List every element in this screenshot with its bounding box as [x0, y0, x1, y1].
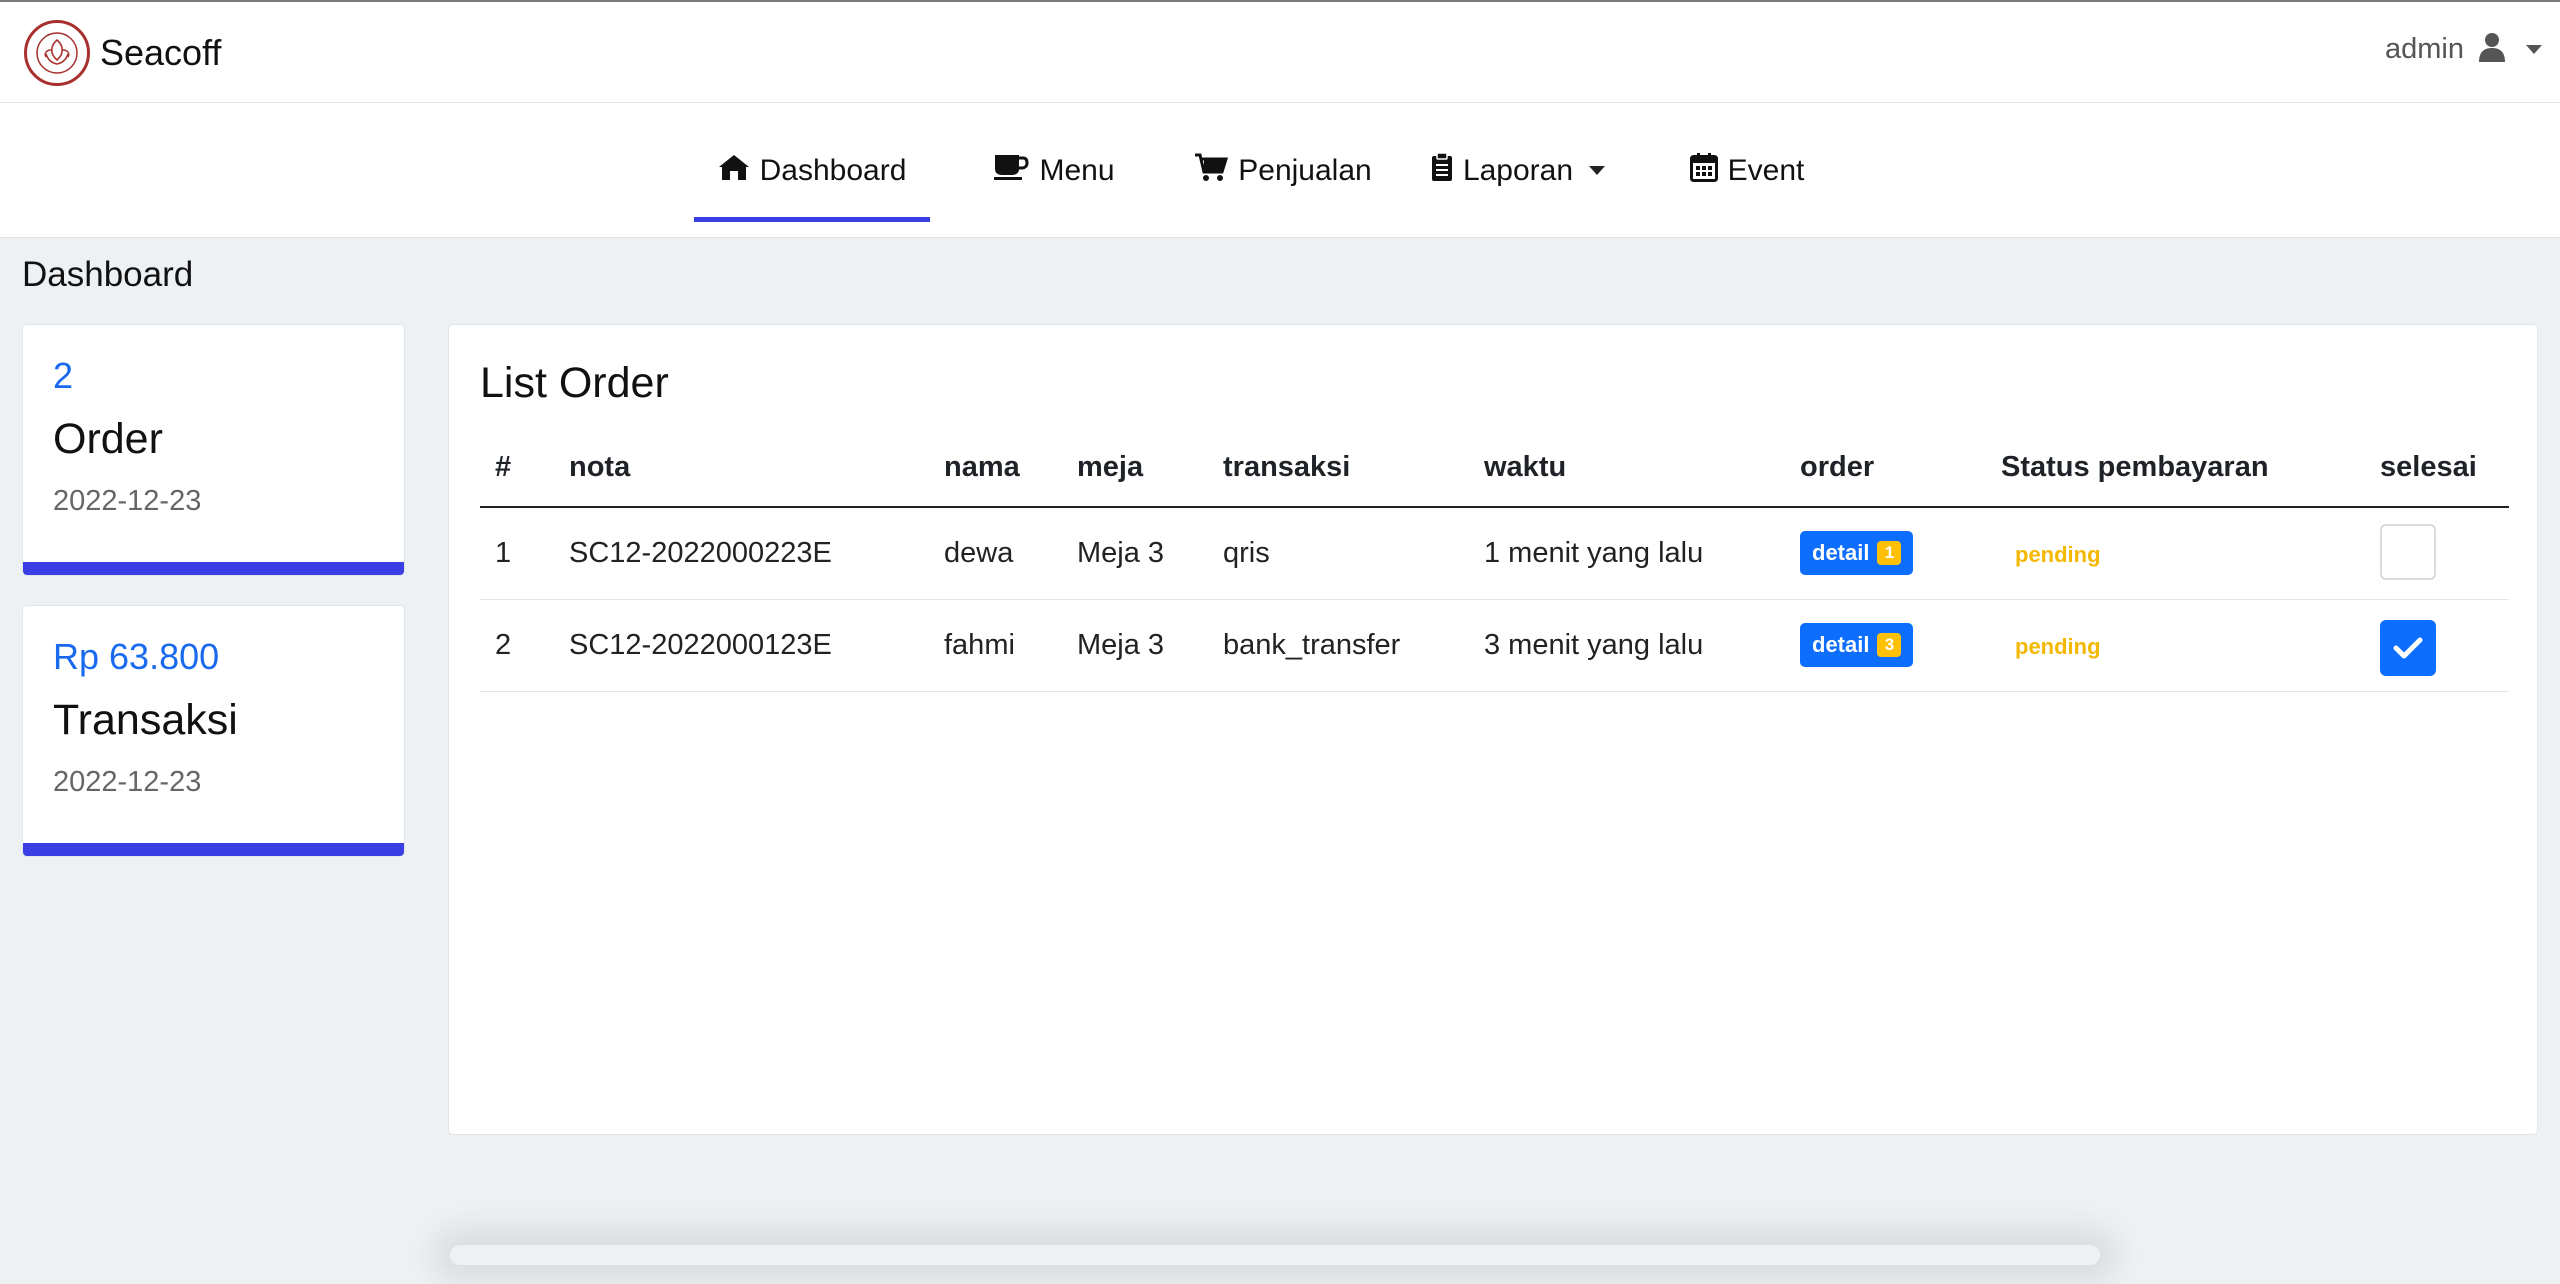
- status-badge: pending: [2015, 541, 2101, 567]
- calendar-icon: [1689, 152, 1718, 190]
- nav-laporan[interactable]: Laporan: [1424, 103, 1612, 238]
- order-table: # nota nama meja transaksi waktu order S…: [480, 429, 2509, 692]
- nav-label: Dashboard: [759, 153, 907, 187]
- cell-selesai: [2365, 599, 2509, 692]
- home-icon: [718, 153, 750, 189]
- detail-button[interactable]: detail 3: [1800, 623, 1914, 667]
- cell-nota: SC12-2022000223E: [554, 507, 929, 600]
- col-header: transaksi: [1208, 429, 1469, 508]
- detail-label: detail: [1812, 632, 1870, 657]
- stat-accent-bar: [23, 843, 404, 856]
- brand[interactable]: Seacoff: [24, 20, 221, 86]
- check-icon: [2393, 637, 2423, 659]
- clipboard-icon: [1431, 151, 1453, 190]
- status-badge: pending: [2015, 633, 2101, 659]
- cell-waktu: 3 menit yang lalu: [1469, 599, 1785, 692]
- table-header-row: # nota nama meja transaksi waktu order S…: [480, 429, 2509, 508]
- cell-order: detail 3: [1785, 599, 1986, 692]
- nav-label: Menu: [1039, 153, 1115, 187]
- selesai-checkbox[interactable]: [2380, 524, 2436, 581]
- cell-meja: Meja 3: [1062, 507, 1208, 600]
- top-bar: Seacoff admin: [0, 0, 2560, 103]
- nav-penjualan[interactable]: Penjualan: [1190, 103, 1376, 238]
- col-header: nota: [554, 429, 929, 508]
- col-header: order: [1785, 429, 1986, 508]
- cell-no: 1: [480, 507, 554, 600]
- stat-card-order: 2 Order 2022-12-23: [22, 324, 405, 576]
- nav-label: Laporan: [1462, 153, 1574, 187]
- stat-accent-bar: [23, 562, 404, 575]
- nav-label: Event: [1727, 153, 1805, 187]
- cell-nota: SC12-2022000123E: [554, 599, 929, 692]
- stat-date: 2022-12-23: [53, 766, 202, 798]
- order-list-panel: List Order # nota nama meja transaksi wa…: [448, 324, 2538, 1135]
- cell-meja: Meja 3: [1062, 599, 1208, 692]
- detail-count-badge: 1: [1877, 541, 1902, 566]
- nav-dashboard[interactable]: Dashboard: [694, 103, 930, 238]
- col-header: selesai: [2365, 429, 2509, 508]
- detail-label: detail: [1812, 540, 1870, 566]
- table-row: 1 SC12-2022000223E dewa Meja 3 qris 1 me…: [480, 507, 2509, 600]
- selesai-checkbox[interactable]: [2380, 620, 2436, 676]
- page-title: Dashboard: [22, 255, 194, 294]
- nav-event[interactable]: Event: [1688, 103, 1806, 238]
- cell-transaksi: qris: [1208, 507, 1469, 600]
- bottom-shadow: [450, 1245, 2100, 1265]
- user-name: admin: [2385, 33, 2464, 65]
- brand-logo: [24, 20, 90, 86]
- cell-nama: fahmi: [929, 599, 1062, 692]
- col-header: meja: [1062, 429, 1208, 508]
- cell-waktu: 1 menit yang lalu: [1469, 507, 1785, 600]
- nav-label: Penjualan: [1238, 153, 1372, 187]
- col-header: nama: [929, 429, 1062, 508]
- stat-label: Order: [53, 415, 163, 463]
- nav-menu[interactable]: Menu: [982, 103, 1126, 238]
- main-nav: Dashboard Menu Penjualan Laporan Event: [0, 103, 2560, 238]
- user-menu[interactable]: admin: [2385, 32, 2542, 67]
- stat-date: 2022-12-23: [53, 485, 202, 517]
- chevron-down-icon: [2526, 45, 2542, 54]
- stat-label: Transaksi: [53, 696, 238, 744]
- detail-button[interactable]: detail 1: [1800, 531, 1914, 576]
- cell-no: 2: [480, 599, 554, 692]
- brand-name: Seacoff: [100, 32, 222, 73]
- cell-selesai: [2365, 507, 2509, 600]
- coffee-icon: [993, 153, 1029, 189]
- cell-transaksi: bank_transfer: [1208, 599, 1469, 692]
- stat-card-transaksi: Rp 63.800 Transaksi 2022-12-23: [22, 605, 405, 857]
- cell-order: detail 1: [1785, 507, 1986, 600]
- user-icon: [2478, 32, 2506, 67]
- table-row: 2 SC12-2022000123E fahmi Meja 3 bank_tra…: [480, 599, 2509, 692]
- panel-title: List Order: [480, 359, 669, 407]
- stat-value: 2: [53, 355, 74, 396]
- cell-status: pending: [1986, 507, 2365, 600]
- chevron-down-icon: [1589, 166, 1606, 175]
- cell-status: pending: [1986, 599, 2365, 692]
- col-header: waktu: [1469, 429, 1785, 508]
- stat-value: Rp 63.800: [53, 636, 220, 677]
- cart-icon: [1194, 152, 1229, 190]
- col-header: #: [480, 429, 554, 508]
- cell-nama: dewa: [929, 507, 1062, 600]
- col-header: Status pembayaran: [1986, 429, 2365, 508]
- detail-count-badge: 3: [1877, 633, 1902, 657]
